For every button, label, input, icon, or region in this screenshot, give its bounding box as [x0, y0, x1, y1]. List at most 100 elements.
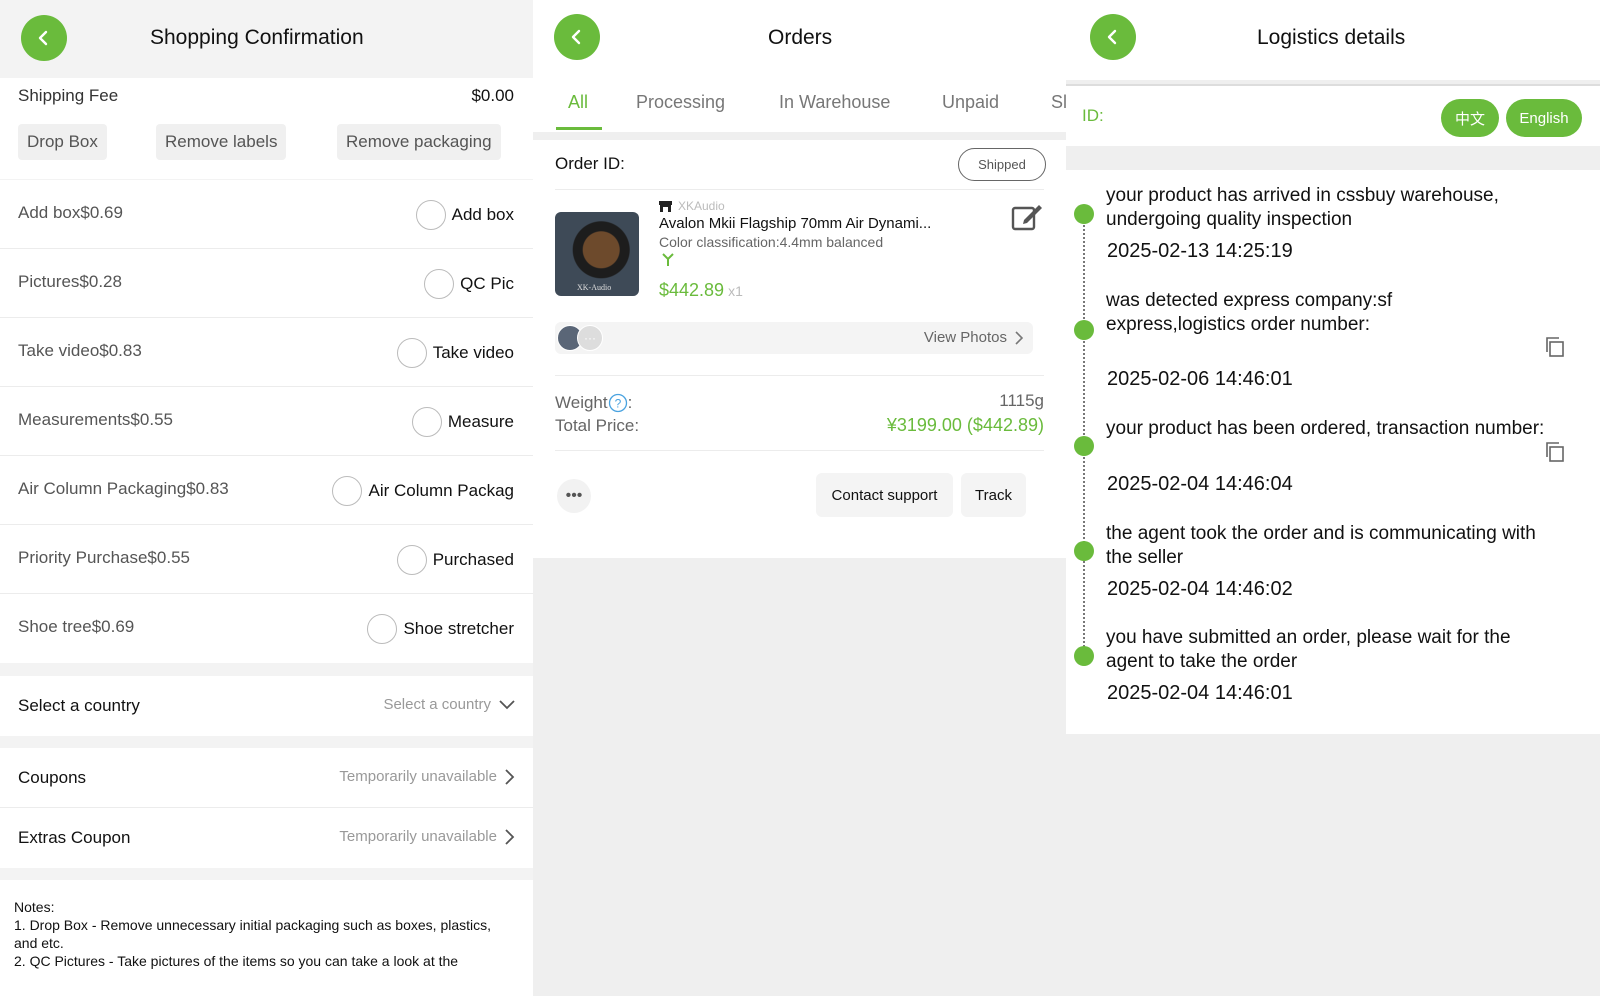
total-price-label: Total Price:	[555, 416, 640, 435]
service-row-priority-purchase: Priority Purchase$0.55 Purchased	[0, 525, 533, 594]
coupons-label: Coupons	[18, 768, 87, 787]
back-button[interactable]	[554, 14, 600, 60]
service-option[interactable]: Add box	[415, 200, 514, 230]
store-row: XKAudio	[659, 199, 725, 213]
divider	[555, 450, 1044, 451]
option-label: Air Column Packag	[368, 481, 514, 500]
logistics-timeline: your product has arrived in cssbuy wareh…	[1066, 170, 1600, 734]
product-price: $442.89 x1	[659, 280, 743, 301]
chevron-right-icon	[1015, 330, 1023, 345]
extras-coupon-row[interactable]: Extras Coupon Temporarily unavailable	[0, 808, 533, 868]
page-title: Shopping Confirmation	[150, 26, 364, 49]
tab-in-warehouse[interactable]: In Warehouse	[779, 92, 890, 113]
header: Shopping Confirmation	[0, 0, 533, 78]
country-label: Select a country	[18, 696, 140, 715]
language-english-button[interactable]: English	[1506, 99, 1582, 137]
service-row-add-box: Add box$0.69 Add box	[0, 180, 533, 249]
service-row-measurements: Measurements$0.55 Measure	[0, 387, 533, 456]
event-time: 2025-02-13 14:25:19	[1107, 240, 1293, 262]
orders-panel: Orders All Processing In Warehouse Unpai…	[533, 0, 1066, 996]
timeline-dot	[1074, 541, 1094, 561]
chevron-left-icon	[38, 30, 48, 46]
option-label: Take video	[432, 343, 514, 362]
back-button[interactable]	[21, 15, 67, 61]
option-label: Measure	[447, 412, 514, 431]
chevron-right-icon	[505, 828, 515, 845]
product-image-caption: XK-Audio	[577, 283, 612, 292]
copy-icon[interactable]	[1544, 336, 1566, 358]
view-photos-link[interactable]: View Photos	[924, 329, 1023, 346]
shipping-fee-label: Shipping Fee	[18, 86, 119, 105]
product-variant: Color classification:4.4mm balanced	[659, 234, 884, 250]
copy-icon[interactable]	[1544, 441, 1566, 463]
coupons-status: Temporarily unavailable	[339, 768, 515, 785]
id-label: ID:	[1082, 106, 1104, 125]
more-options-button[interactable]: •••	[557, 479, 591, 513]
country-select-row[interactable]: Select a country Select a country	[0, 676, 533, 736]
service-option[interactable]: QC Pic	[424, 269, 514, 299]
chip-drop-box[interactable]: Drop Box	[18, 124, 107, 160]
header: Orders All Processing In Warehouse Unpai…	[533, 0, 1066, 132]
radio-button[interactable]	[332, 476, 363, 506]
radio-button[interactable]	[367, 614, 398, 644]
store-name: XKAudio	[678, 199, 725, 213]
contact-support-button[interactable]: Contact support	[816, 473, 953, 517]
language-chinese-button[interactable]: 中文	[1441, 99, 1499, 137]
option-label: Shoe stretcher	[403, 619, 514, 638]
tab-unpaid[interactable]: Unpaid	[942, 92, 999, 113]
more-photos-icon[interactable]: ···	[577, 325, 603, 351]
timeline-dot	[1074, 646, 1094, 666]
radio-button[interactable]	[424, 269, 455, 299]
tab-processing[interactable]: Processing	[636, 92, 725, 113]
radio-button[interactable]	[411, 407, 442, 437]
service-label: Air Column Packaging$0.83	[18, 479, 229, 498]
total-price-value: ¥3199.00 ($442.89)	[886, 415, 1044, 435]
extras-coupon-status: Temporarily unavailable	[339, 828, 515, 845]
event-text: you have submitted an order, please wait…	[1106, 627, 1511, 672]
event-time: 2025-02-04 14:46:01	[1107, 682, 1293, 704]
chevron-left-icon	[571, 29, 581, 45]
product-image[interactable]: XK-Audio	[555, 212, 639, 296]
photos-bar[interactable]: ··· View Photos	[555, 322, 1033, 354]
page-title: Orders	[768, 26, 833, 49]
price-value: $442.89	[659, 280, 725, 300]
event-text: your product has arrived in cssbuy wareh…	[1106, 185, 1499, 230]
service-label: Take video$0.83	[18, 341, 142, 360]
tag-icon	[662, 253, 674, 266]
back-button[interactable]	[1090, 14, 1136, 60]
quantity: x1	[728, 283, 743, 299]
service-option[interactable]: Measure	[411, 407, 514, 437]
country-select[interactable]: Select a country	[383, 696, 515, 713]
service-option[interactable]: Shoe stretcher	[367, 614, 514, 644]
timeline-dot	[1074, 204, 1094, 224]
coupons-row[interactable]: Coupons Temporarily unavailable	[0, 748, 533, 808]
tab-shipped[interactable]: Sl	[1051, 92, 1066, 113]
track-button[interactable]: Track	[961, 473, 1026, 517]
event-time: 2025-02-06 14:46:01	[1107, 368, 1293, 390]
service-row-shoe-tree: Shoe tree$0.69 Shoe stretcher	[0, 594, 533, 663]
service-label: Measurements$0.55	[18, 410, 173, 429]
edit-icon[interactable]	[1010, 200, 1044, 234]
radio-button[interactable]	[396, 545, 427, 575]
chip-remove-labels[interactable]: Remove labels	[156, 124, 287, 160]
event-text: was detected express company:sf express,…	[1106, 290, 1393, 335]
coupons-status-text: Temporarily unavailable	[339, 768, 497, 785]
help-icon[interactable]: ?	[608, 393, 628, 413]
radio-button[interactable]	[415, 200, 446, 230]
event-text: the agent took the order and is communic…	[1106, 523, 1536, 568]
service-option[interactable]: Air Column Packag	[332, 476, 514, 506]
header: Logistics details	[1066, 0, 1600, 80]
page-title: Logistics details	[1257, 26, 1406, 49]
timeline-dot	[1074, 320, 1094, 340]
product-name[interactable]: Avalon Mkii Flagship 70mm Air Dynami...	[659, 215, 931, 232]
tab-all[interactable]: All	[568, 92, 588, 113]
order-card: Order ID: Shipped XK-Audio XKAudio Avalo…	[533, 140, 1066, 558]
radio-button[interactable]	[396, 338, 427, 368]
chevron-left-icon	[1107, 29, 1117, 45]
shipping-fee-value: $0.00	[471, 86, 514, 105]
service-option[interactable]: Purchased	[396, 545, 514, 575]
service-option[interactable]: Take video	[396, 338, 514, 368]
order-id-label: Order ID:	[555, 154, 625, 173]
chip-remove-packaging[interactable]: Remove packaging	[337, 124, 501, 160]
shopping-confirmation-panel: Shopping Confirmation Shipping Fee $0.00…	[0, 0, 533, 996]
